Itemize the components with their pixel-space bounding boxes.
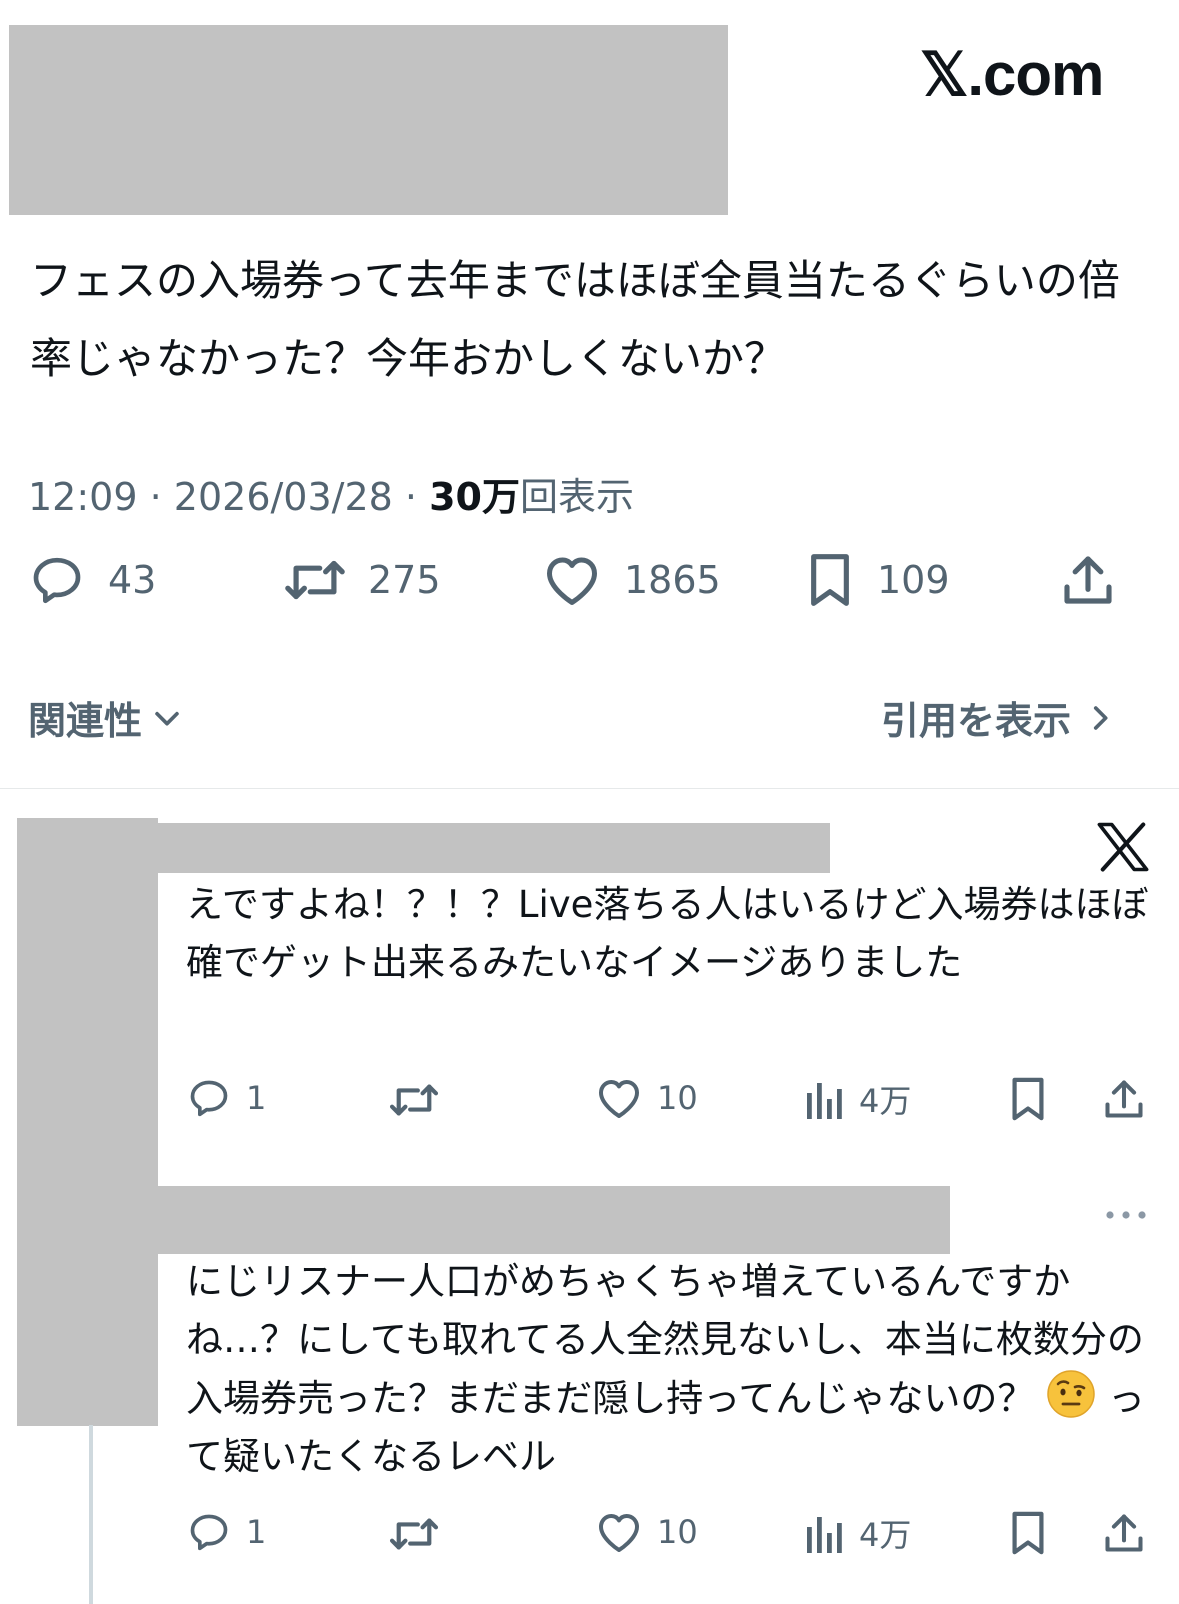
like-count: 10 [657, 1079, 698, 1117]
share-icon [1105, 1514, 1143, 1552]
bookmark-icon [1012, 1077, 1044, 1121]
bookmark-button[interactable]: 109 [805, 552, 950, 608]
post-text: フェスの入場券って去年まではほぼ全員当たるぐらいの倍率じゃなかった？今年おかしく… [30, 256, 1120, 383]
views-count: 4万 [859, 1516, 912, 1554]
like-count: 10 [657, 1513, 698, 1551]
post-date: 2026/03/28 [173, 475, 393, 519]
reply-count: 1 [246, 1513, 267, 1551]
heart-icon [547, 557, 597, 605]
repost-count: 275 [368, 558, 441, 602]
reply-text-before: にじリスナー人口がめちゃくちゃ増えているんですかね…？にしても取れてる人全然見な… [186, 1260, 1144, 1420]
views-button[interactable]: 4万 [805, 1076, 911, 1122]
meta-separator: · [149, 475, 162, 519]
reply-button[interactable]: 43 [28, 552, 156, 608]
views-button[interactable]: 4万 [805, 1510, 911, 1556]
bookmark-icon [811, 554, 849, 606]
views-count: 4万 [859, 1082, 912, 1120]
x-logo-icon [1097, 822, 1149, 872]
reply-button[interactable]: 1 [186, 1510, 266, 1554]
relevance-label: 関連性 [28, 699, 143, 743]
bookmark-button[interactable] [1008, 1510, 1048, 1556]
redacted-reply-header [158, 1186, 950, 1254]
analytics-icon [807, 1083, 842, 1119]
repost-icon [389, 1518, 439, 1550]
relevance-sort[interactable]: 関連性 [28, 690, 184, 745]
share-button[interactable] [1102, 1076, 1146, 1122]
share-button[interactable] [1102, 1510, 1146, 1556]
more-icon[interactable] [1104, 1208, 1148, 1222]
heart-icon [599, 1080, 639, 1118]
share-button[interactable] [1060, 552, 1116, 608]
reply-count: 43 [108, 558, 157, 602]
repost-button[interactable] [389, 1513, 439, 1555]
redacted-reply-header [158, 823, 830, 873]
reply-button[interactable]: 1 [186, 1076, 266, 1120]
repost-button[interactable] [389, 1079, 439, 1121]
post-time: 12:09 [28, 475, 138, 519]
repost-button[interactable]: 275 [284, 554, 441, 606]
analytics-icon [807, 1517, 842, 1553]
reply-text: えですよね！？！？Live落ちる人はいるけど入場券はほぼ確でゲット出来るみたいな… [186, 883, 1149, 984]
like-button[interactable]: 1865 [542, 552, 721, 608]
view-count: 30万 [429, 475, 520, 519]
raised-eyebrow-face-icon [1047, 1370, 1095, 1418]
section-divider [0, 788, 1179, 789]
thread-line [89, 1425, 93, 1604]
share-icon [1064, 556, 1112, 604]
redacted-author-header [9, 25, 728, 215]
chevron-down-icon [155, 711, 179, 726]
like-count: 1865 [624, 558, 721, 602]
reply-icon [190, 1080, 228, 1117]
share-icon [1105, 1080, 1143, 1118]
repost-icon [285, 560, 345, 600]
reply-text: にじリスナー人口がめちゃくちゃ増えているんですかね…？にしても取れてる人全然見な… [186, 1253, 1166, 1486]
view-label: 回表示 [520, 475, 635, 519]
bookmark-count: 109 [877, 558, 950, 602]
reply-icon [190, 1514, 228, 1551]
view-quotes-link[interactable]: 引用を表示 [881, 690, 1117, 745]
bookmark-button[interactable] [1008, 1076, 1048, 1122]
like-button[interactable]: 10 [595, 1076, 698, 1120]
post-meta: 12:09 · 2026/03/28 · 30万回表示 [28, 466, 634, 521]
quotes-label: 引用を表示 [880, 699, 1071, 743]
bookmark-icon [1012, 1511, 1044, 1555]
reply-count: 1 [246, 1079, 267, 1117]
chevron-right-icon [1093, 705, 1108, 730]
repost-icon [389, 1084, 439, 1116]
redacted-reply-avatar-column [17, 818, 158, 1426]
brand-watermark: 𝕏.com [920, 41, 1104, 108]
like-button[interactable]: 10 [595, 1510, 698, 1554]
meta-separator: · [404, 475, 418, 519]
reply-icon [33, 557, 81, 604]
heart-icon [599, 1514, 639, 1552]
